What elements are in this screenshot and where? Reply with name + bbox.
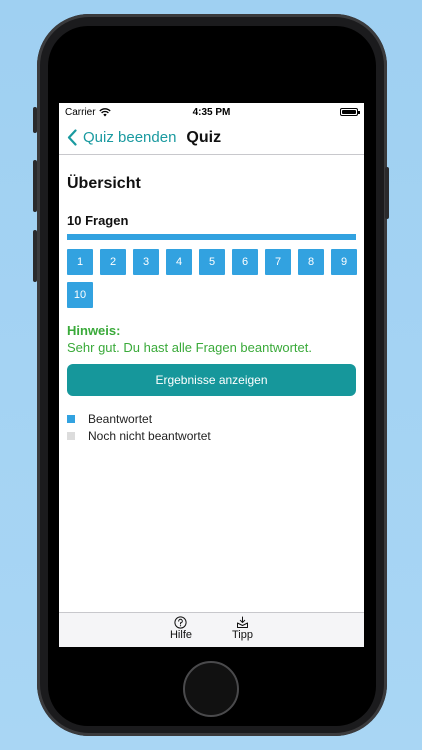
question-button[interactable]: 3 bbox=[133, 249, 159, 275]
main-content: Übersicht 10 Fragen 1 2 3 4 5 6 7 8 9 10 Hinweis:… bbox=[59, 175, 364, 444]
back-button[interactable]: Quiz beenden bbox=[67, 129, 176, 146]
hint-text: Sehr gut. Du hast alle Fragen beantworte… bbox=[67, 340, 312, 355]
progress-bar bbox=[67, 234, 356, 240]
question-button[interactable]: 6 bbox=[232, 249, 258, 275]
volume-up-button bbox=[33, 160, 37, 212]
legend-label-unanswered: Noch nicht beantwortet bbox=[88, 428, 211, 443]
question-button[interactable]: 4 bbox=[166, 249, 192, 275]
navigation-bar: Quiz beenden Quiz bbox=[59, 121, 364, 155]
overview-heading: Übersicht bbox=[67, 175, 141, 192]
question-button[interactable]: 5 bbox=[199, 249, 225, 275]
status-bar: Carrier 4:35 PM bbox=[59, 103, 364, 121]
tip-box-icon bbox=[237, 616, 248, 628]
question-button[interactable]: 8 bbox=[298, 249, 324, 275]
back-label: Quiz beenden bbox=[83, 129, 177, 146]
carrier-label: Carrier bbox=[65, 106, 96, 118]
screen: Carrier 4:35 PM Quiz beenden Quiz Übersi… bbox=[59, 103, 364, 647]
question-button[interactable]: 10 bbox=[67, 282, 93, 308]
tab-help-label: Hilfe bbox=[169, 629, 192, 641]
page-title: Quiz bbox=[186, 128, 222, 146]
mute-switch bbox=[33, 107, 37, 133]
hint-title: Hinweis: bbox=[67, 323, 121, 338]
question-button[interactable]: 2 bbox=[100, 249, 126, 275]
legend-item-unanswered: Noch nicht beantwortet bbox=[67, 427, 356, 444]
chevron-left-icon bbox=[67, 129, 77, 146]
legend-swatch-answered bbox=[67, 414, 75, 423]
question-circle-icon bbox=[174, 616, 188, 629]
question-button[interactable]: 1 bbox=[67, 249, 93, 275]
question-button[interactable]: 7 bbox=[265, 249, 291, 275]
clock: 4:35 PM bbox=[192, 106, 231, 118]
show-results-button[interactable]: Ergebnisse anzeigen bbox=[67, 364, 356, 396]
power-button bbox=[385, 167, 389, 219]
legend-swatch-unanswered bbox=[67, 431, 75, 440]
tab-tip[interactable]: Tipp bbox=[232, 616, 253, 647]
legend: Beantwortet Noch nicht beantwortet bbox=[67, 410, 356, 444]
tab-tip-label: Tipp bbox=[232, 629, 253, 641]
question-count: 10 Fragen bbox=[67, 213, 129, 228]
question-grid: 1 2 3 4 5 6 7 8 9 10 bbox=[67, 249, 361, 308]
progress-fill bbox=[67, 234, 356, 240]
legend-item-answered: Beantwortet bbox=[67, 410, 356, 427]
question-button[interactable]: 9 bbox=[331, 249, 357, 275]
legend-label-answered: Beantwortet bbox=[88, 411, 153, 426]
tab-help[interactable]: Hilfe bbox=[170, 616, 192, 647]
tab-bar: Hilfe Tipp bbox=[59, 612, 364, 647]
battery-icon bbox=[339, 108, 360, 116]
volume-down-button bbox=[33, 230, 37, 282]
home-button[interactable] bbox=[183, 661, 239, 717]
wifi-icon bbox=[98, 107, 111, 116]
